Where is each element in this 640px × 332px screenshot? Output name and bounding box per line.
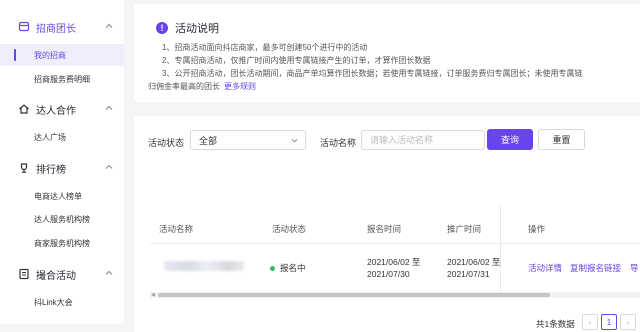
sidebar-item-service-fee[interactable]: 招商服务费明细 bbox=[0, 68, 124, 90]
home-icon bbox=[18, 103, 30, 115]
sidebar-item-label: 我的招商 bbox=[34, 50, 66, 60]
sidebar-item-my-recruit[interactable]: 我的招商 bbox=[0, 44, 124, 66]
sidebar-group-creator[interactable]: 达人合作 bbox=[0, 99, 124, 119]
sidebar-item-creator-square[interactable]: 达人广场 bbox=[0, 126, 124, 148]
trophy-icon bbox=[18, 162, 30, 174]
col-header-actions: 操作 bbox=[528, 224, 546, 234]
copy-signup-link[interactable]: 复制报名链接 bbox=[570, 262, 621, 274]
grid-icon bbox=[18, 21, 30, 33]
sidebar-item-label: 电商达人榜单 bbox=[34, 191, 82, 201]
more-rules-link[interactable]: 更多规则 bbox=[224, 82, 256, 91]
sidebar-group-label: 招商团长 bbox=[36, 23, 76, 35]
sidebar-group-ranking[interactable]: 排行榜 bbox=[0, 158, 124, 178]
notice-line-4-text: 归佣金率最高的团长 bbox=[148, 82, 220, 91]
status-cell: 报名中 bbox=[270, 262, 306, 274]
status-select-value: 全部 bbox=[199, 135, 218, 146]
activity-list-panel: 活动状态 全部 活动名称 查询 重置 活动名称 活动状态 报名时间 推广时间 操… bbox=[134, 116, 640, 332]
col-header-name: 活动名称 bbox=[159, 224, 194, 234]
sidebar-group-label: 撮合活动 bbox=[36, 270, 76, 282]
sidebar-item-merchant-agency-ranking[interactable]: 商家服务机构榜 bbox=[0, 232, 124, 254]
horizontal-scrollbar[interactable]: ◀ bbox=[150, 292, 640, 298]
col-header-status: 活动状态 bbox=[272, 224, 307, 234]
scroll-thumb[interactable] bbox=[158, 293, 550, 297]
name-filter-label: 活动名称 bbox=[320, 138, 357, 148]
activity-notice: ! 活动说明 1、招商活动面向抖店商家，最多可创建50个进行中的活动 2、专属招… bbox=[134, 4, 640, 102]
next-page-button[interactable]: › bbox=[620, 314, 636, 330]
activity-name-blurred bbox=[164, 261, 244, 271]
sidebar-item-label: 达人广场 bbox=[34, 132, 66, 142]
signup-end: 2021/07/30 bbox=[367, 269, 410, 279]
notice-line-3: 3、公开招商活动，团长活动期间，商品产单均算作团长数据；若使用专属链接，订单服务… bbox=[162, 69, 583, 78]
sidebar-group-label: 排行榜 bbox=[36, 164, 66, 176]
sidebar-item-label: 抖Link大会 bbox=[34, 297, 73, 307]
status-text: 报名中 bbox=[280, 263, 306, 273]
pagination-total: 共1条数据 bbox=[536, 319, 575, 329]
chevron-up-icon bbox=[105, 164, 113, 169]
chevron-up-icon bbox=[105, 23, 113, 28]
col-header-signup-time: 报名时间 bbox=[367, 224, 402, 234]
sidebar-group-label: 达人合作 bbox=[36, 105, 76, 117]
signup-start: 2021/06/02 至 bbox=[367, 257, 421, 267]
notice-line-2: 2、专属招商活动，仅推广时间内使用专属链接产生的订单，才算作团长数据 bbox=[162, 56, 431, 65]
prev-page-button[interactable]: ‹ bbox=[582, 314, 598, 330]
page-1-button[interactable]: 1 bbox=[601, 314, 617, 330]
calendar-icon bbox=[18, 268, 30, 280]
promo-end: 2021/07/31 bbox=[447, 269, 490, 279]
promo-start: 2021/06/02 至 bbox=[447, 257, 501, 267]
status-dot-icon bbox=[270, 266, 275, 272]
sidebar-item-label: 商家服务机构榜 bbox=[34, 238, 90, 248]
activity-detail-link[interactable]: 活动详情 bbox=[528, 262, 562, 274]
sidebar-item-creator-agency-ranking[interactable]: 达人服务机构榜 bbox=[0, 208, 124, 230]
status-select[interactable]: 全部 bbox=[190, 130, 306, 150]
table-row: 报名中 2021/06/02 至 2021/07/30 2021/06/02 至… bbox=[150, 244, 640, 288]
notice-line-4: 归佣金率最高的团长 更多规则 bbox=[148, 81, 256, 92]
sidebar: 招商团长 我的招商 招商服务费明细 达人合作 达人广场 排行榜 电商达人榜单 达… bbox=[0, 0, 124, 324]
sidebar-item-label: 招商服务费明细 bbox=[34, 74, 90, 84]
chevron-down-icon bbox=[291, 138, 298, 143]
export-link[interactable]: 导 bbox=[630, 262, 639, 274]
notice-title: ! 活动说明 bbox=[156, 20, 219, 36]
col-header-promo-time: 推广时间 bbox=[447, 224, 482, 234]
notice-title-text: 活动说明 bbox=[175, 23, 219, 35]
status-filter-label: 活动状态 bbox=[148, 138, 185, 148]
sidebar-group-recruit[interactable]: 招商团长 bbox=[0, 17, 124, 37]
sidebar-item-douyin-link[interactable]: 抖Link大会 bbox=[0, 291, 124, 313]
search-button[interactable]: 查询 bbox=[487, 129, 533, 150]
chevron-up-icon bbox=[105, 105, 113, 110]
scroll-left-icon[interactable]: ◀ bbox=[151, 292, 155, 298]
activity-name-input[interactable] bbox=[361, 130, 485, 150]
notice-line-1: 1、招商活动面向抖店商家，最多可创建50个进行中的活动 bbox=[162, 43, 368, 52]
sidebar-item-ecom-ranking[interactable]: 电商达人榜单 bbox=[0, 185, 124, 207]
table-header: 活动名称 活动状态 报名时间 推广时间 操作 bbox=[150, 206, 640, 244]
reset-button[interactable]: 重置 bbox=[538, 129, 585, 150]
sidebar-item-label: 达人服务机构榜 bbox=[34, 214, 90, 224]
chevron-up-icon bbox=[105, 270, 113, 275]
sidebar-group-matchmaking[interactable]: 撮合活动 bbox=[0, 264, 124, 284]
info-icon: ! bbox=[156, 22, 168, 34]
